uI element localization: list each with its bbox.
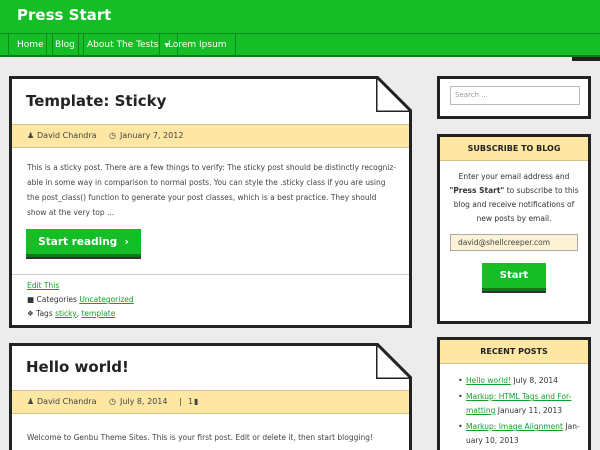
post-footer: Edit This ■ Categories Uncategorized ❖ T… (12, 274, 409, 328)
nav-item-label: Lorem Ipsum (168, 40, 227, 50)
widget-heading: SUBSCRIBE TO BLOG (440, 137, 588, 161)
post-meta: ♟ David Chandra ◷ July 8, 2014 | 1 ▮ (12, 390, 409, 414)
nav-item-label: Home (17, 40, 44, 50)
author-icon: ♟ (27, 397, 35, 406)
nav-item-lorem-ipsum[interactable]: Lorem Ipsum (159, 34, 236, 56)
categories-label: Categories (36, 295, 77, 304)
subscribe-description: Enter your email address and "Press Star… (448, 170, 580, 226)
post-tags: ❖ Tags sticky, template (27, 309, 115, 318)
subscribe-button[interactable]: Start (482, 263, 546, 291)
recent-posts-list: Hello world! July 8, 2014 Markup: HTML T… (458, 374, 584, 450)
clock-icon: ◷ (109, 131, 116, 140)
tags-separator: , (76, 309, 80, 318)
clock-icon: ◷ (109, 397, 116, 406)
email-field[interactable]: david@shellcreeper.com (450, 234, 578, 251)
post-author[interactable]: David Chandra (37, 391, 97, 413)
widget-heading: RECENT POSTS (440, 340, 588, 364)
post-author[interactable]: David Chandra (37, 125, 97, 147)
post-card-hello-world: Hello world! ♟ David Chandra ◷ July 8, 2… (9, 343, 412, 450)
meta-separator: | (179, 397, 182, 406)
post-meta: ♟ David Chandra ◷ January 7, 2012 (12, 124, 409, 148)
list-item: Hello world! July 8, 2014 (458, 374, 584, 388)
subscribe-site-name: "Press Start" (449, 186, 505, 195)
subscribe-text-before: Enter your email address and (458, 172, 570, 181)
recent-post-date: January 11, 2013 (497, 406, 562, 415)
list-item: Markup: HTML Tags and For-matting Januar… (458, 390, 584, 418)
post-card-sticky: Template: Sticky ♟ David Chandra ◷ Janua… (9, 76, 412, 328)
comment-count[interactable]: 1 (188, 391, 193, 413)
tag-link-template[interactable]: template (81, 309, 115, 318)
tags-label: Tags (36, 309, 53, 318)
recent-post-date: July 8, 2014 (513, 376, 558, 385)
recent-post-link[interactable]: Hello world! (466, 376, 511, 385)
nav-accent-strip (572, 57, 600, 61)
list-item: Markup: Image Alignment Jan-uary 10, 201… (458, 420, 584, 448)
category-link[interactable]: Uncategorized (79, 295, 133, 304)
post-date[interactable]: January 7, 2012 (120, 125, 183, 147)
post-excerpt: Welcome to Genbu Theme Sites. This is yo… (27, 433, 373, 442)
nav-item-label: About The Tests (87, 40, 159, 50)
nav-item-label: Blog (55, 40, 75, 50)
button-label: Start reading (38, 236, 118, 248)
site-header: Press Start (0, 0, 600, 33)
search-widget: Search ... (437, 76, 591, 119)
main-nav: Home Blog About The Tests ▼ Lorem Ipsum (0, 33, 600, 57)
subscribe-widget: SUBSCRIBE TO BLOG Enter your email addre… (437, 134, 591, 324)
site-title[interactable]: Press Start (17, 6, 111, 24)
chevron-right-icon: › (120, 236, 129, 248)
post-excerpt: This is a sticky post. There are a few t… (27, 163, 396, 217)
page-fold-icon (376, 76, 412, 112)
tag-link-sticky[interactable]: sticky (55, 309, 77, 318)
page-fold-icon (376, 343, 412, 379)
recent-posts-widget: RECENT POSTS Hello world! July 8, 2014 M… (437, 337, 591, 450)
folder-icon: ■ (27, 295, 35, 304)
post-date[interactable]: July 8, 2014 (120, 391, 167, 413)
start-reading-button[interactable]: Start reading › (26, 229, 141, 257)
post-categories: ■ Categories Uncategorized (27, 295, 134, 304)
recent-post-link[interactable]: Markup: Image Alignment (466, 422, 563, 431)
tag-icon: ❖ (27, 309, 34, 318)
post-title[interactable]: Hello world! (26, 358, 129, 376)
search-input[interactable]: Search ... (450, 86, 580, 105)
edit-link[interactable]: Edit This (27, 281, 59, 290)
author-icon: ♟ (27, 131, 35, 140)
post-title[interactable]: Template: Sticky (26, 92, 166, 110)
comment-icon: ▮ (194, 397, 199, 406)
